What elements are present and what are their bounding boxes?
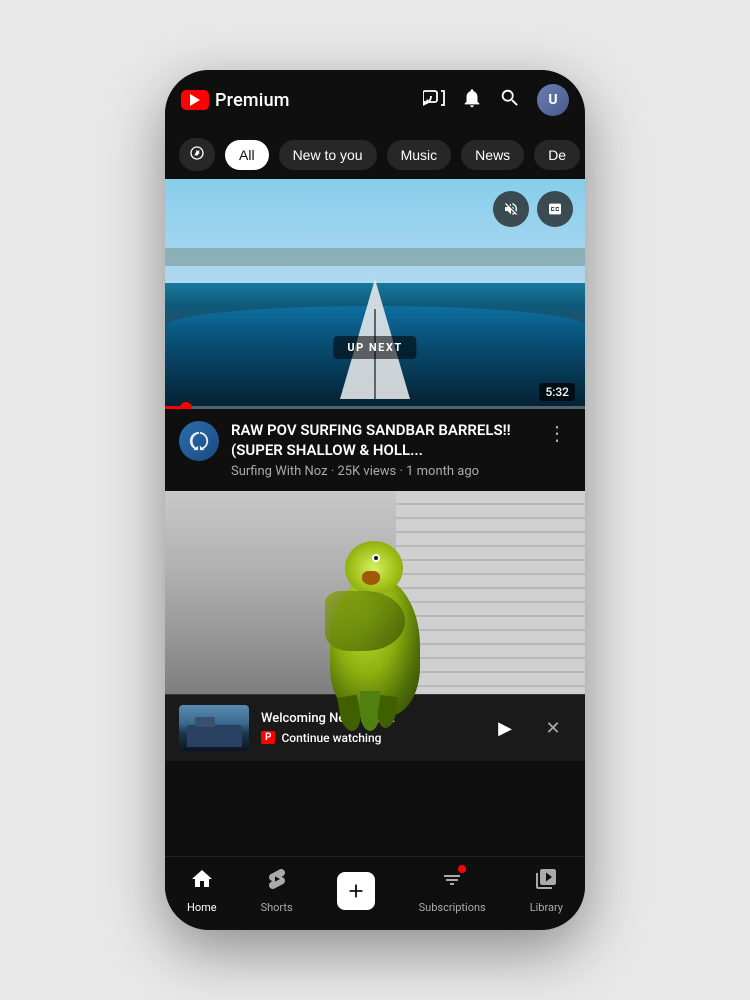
up-next-badge: UP NEXT — [333, 336, 416, 359]
channel-avatar[interactable] — [179, 421, 219, 461]
video-metadata: RAW POV SURFING SANDBAR BARRELS!! (SUPER… — [231, 421, 531, 479]
app-header: Premium U — [165, 70, 585, 130]
nav-subscriptions[interactable]: Subscriptions — [419, 867, 486, 914]
header-actions: U — [423, 84, 569, 116]
mini-continue-row: P Continue watching — [261, 731, 475, 745]
filter-tabs-bar: All New to you Music News De — [165, 130, 585, 179]
tab-all[interactable]: All — [225, 140, 269, 170]
subscriptions-notification-dot — [458, 865, 466, 873]
home-icon — [190, 867, 214, 897]
nav-shorts[interactable]: Shorts — [261, 867, 293, 914]
mini-player-play-button[interactable]: ▶ — [487, 710, 523, 746]
progress-bar[interactable] — [165, 406, 585, 409]
video-duration: 5:32 — [539, 383, 575, 401]
nav-create[interactable] — [337, 872, 375, 910]
mini-player-thumbnail — [179, 705, 249, 751]
avatar[interactable]: U — [537, 84, 569, 116]
video-player-2[interactable]: Welcoming New York... P Continue watchin… — [165, 491, 585, 761]
more-options-button[interactable]: ⋮ — [543, 421, 571, 445]
nav-home[interactable]: Home — [187, 867, 217, 914]
bottom-navigation: Home Shorts Subscriptions — [165, 856, 585, 930]
video-player-1[interactable]: UP NEXT 5:32 — [165, 179, 585, 409]
cast-icon[interactable] — [423, 88, 445, 112]
subscriptions-icon — [440, 872, 464, 897]
shorts-label: Shorts — [261, 901, 293, 914]
captions-button[interactable] — [537, 191, 573, 227]
library-icon — [534, 867, 558, 897]
parrot-body — [310, 536, 440, 716]
shorts-icon — [265, 867, 289, 897]
video-title: RAW POV SURFING SANDBAR BARRELS!! (SUPER… — [231, 421, 531, 460]
progress-dot — [180, 402, 192, 410]
phone-shell: Premium U All New to you Music News De — [165, 70, 585, 930]
subscriptions-label: Subscriptions — [419, 901, 486, 914]
search-icon[interactable] — [499, 87, 521, 114]
explore-tab[interactable] — [179, 138, 215, 171]
subscriptions-icon-wrap — [440, 867, 464, 897]
mini-player-close-button[interactable]: ✕ — [535, 710, 571, 746]
video-subtitle: Surfing With Noz · 25K views · 1 month a… — [231, 464, 531, 479]
tab-de[interactable]: De — [534, 140, 580, 170]
mute-button[interactable] — [493, 191, 529, 227]
tab-music[interactable]: Music — [387, 140, 452, 170]
create-button[interactable] — [337, 872, 375, 910]
video-overlay-controls — [493, 191, 573, 227]
video-info-1: RAW POV SURFING SANDBAR BARRELS!! (SUPER… — [165, 409, 585, 491]
home-label: Home — [187, 901, 217, 914]
premium-badge: P — [261, 731, 275, 744]
library-label: Library — [530, 901, 563, 914]
mini-thumb-boat — [179, 705, 249, 751]
continue-watching-label: Continue watching — [281, 731, 381, 745]
logo-area: Premium — [181, 90, 415, 111]
youtube-logo-icon — [181, 90, 209, 110]
tab-news[interactable]: News — [461, 140, 524, 170]
notifications-icon[interactable] — [461, 87, 483, 114]
tab-new-to-you[interactable]: New to you — [279, 140, 377, 170]
nav-library[interactable]: Library — [530, 867, 563, 914]
premium-label: Premium — [215, 90, 290, 111]
